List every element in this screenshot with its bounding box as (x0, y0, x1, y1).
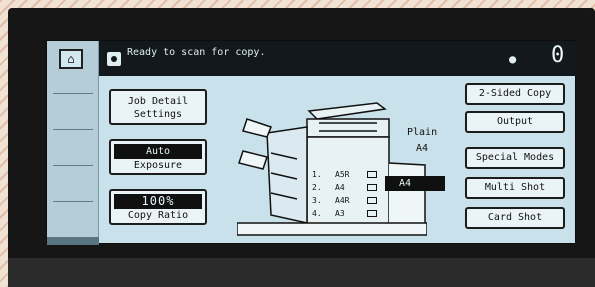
paper-tray-3[interactable]: 3. A4R (309, 195, 383, 207)
job-detail-settings-button[interactable]: Job Detail Settings (109, 89, 207, 125)
sidebar-divider (53, 165, 93, 166)
tray-level-icon (367, 210, 377, 217)
tray-level-icon (367, 197, 377, 204)
paper-tray-2[interactable]: 2. A4 (309, 182, 383, 194)
special-modes-button[interactable]: Special Modes (465, 147, 565, 169)
card-shot-button[interactable]: Card Shot (465, 207, 565, 229)
tray-number: 2. (312, 183, 322, 192)
left-sidebar: ⌂ (47, 41, 99, 245)
copy-ratio-label: Copy Ratio (127, 210, 189, 221)
output-button[interactable]: Output (465, 111, 565, 133)
two-sided-copy-button[interactable]: 2-Sided Copy (465, 83, 565, 105)
tray-number: 3. (312, 196, 322, 205)
sidebar-divider (53, 129, 93, 130)
scanner-icon (107, 52, 121, 66)
paper-info: Plain A4 (407, 125, 437, 157)
job-detail-label: Settings (133, 109, 183, 120)
panel-bottom-edge (8, 258, 595, 287)
touch-screen: ⌂ Ready to scan for copy. ● 0 Job Detail… (46, 40, 577, 245)
tray-level-icon (367, 171, 377, 178)
sidebar-divider (53, 93, 93, 94)
tray-number: 1. (312, 170, 322, 179)
status-bar: Ready to scan for copy. ● 0 (99, 41, 577, 76)
tray-number: 4. (312, 209, 322, 218)
sidebar-footer (47, 237, 99, 245)
copy-count: 0 (551, 43, 565, 68)
tray-level-icon (367, 184, 377, 191)
multi-shot-button[interactable]: Multi Shot (465, 177, 565, 199)
paper-type: Plain (407, 127, 438, 138)
copy-ratio-button[interactable]: 100% Copy Ratio (109, 189, 207, 225)
tray-size: A4R (335, 196, 350, 205)
tray-size: A3 (335, 209, 345, 218)
sidebar-divider (53, 201, 93, 202)
tray-size: A5R (335, 170, 350, 179)
paper-tray-4[interactable]: 4. A3 (309, 208, 383, 220)
paper-tray-1[interactable]: 1. A5R (309, 169, 383, 181)
paper-size: A4 (416, 143, 429, 154)
status-message: Ready to scan for copy. (127, 47, 266, 58)
exposure-button[interactable]: Auto Exposure (109, 139, 207, 175)
exposure-mode: Auto (114, 144, 202, 159)
selected-paper[interactable]: A4 (385, 176, 445, 191)
sleep-icon: ● (509, 52, 517, 66)
exposure-label: Exposure (133, 160, 183, 171)
tray-size: A4 (335, 183, 345, 192)
home-button[interactable]: ⌂ (59, 49, 83, 69)
home-icon: ⌂ (67, 52, 75, 66)
job-detail-label: Job Detail (127, 96, 189, 107)
copy-ratio-value: 100% (114, 194, 202, 209)
